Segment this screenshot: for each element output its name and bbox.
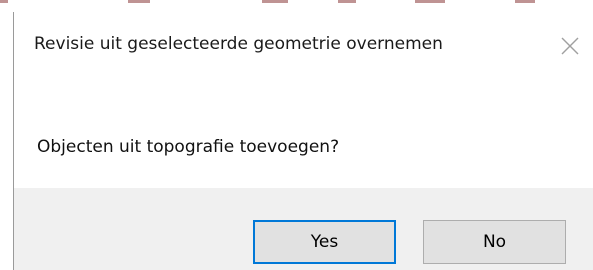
- dialog-button-bar: Yes No: [14, 188, 593, 270]
- dialog-message: Objecten uit topografie toevoegen?: [37, 137, 340, 157]
- close-button[interactable]: [556, 32, 584, 60]
- no-button[interactable]: No: [423, 220, 566, 264]
- screen: Revisie uit geselecteerde geometrie over…: [0, 0, 593, 270]
- dialog-titlebar[interactable]: Revisie uit geselecteerde geometrie over…: [14, 12, 593, 80]
- background-window-edge: [0, 0, 593, 12]
- close-icon: [556, 32, 584, 60]
- dialog-title: Revisie uit geselecteerde geometrie over…: [34, 34, 443, 54]
- yes-button[interactable]: Yes: [253, 220, 396, 264]
- message-box-dialog: Revisie uit geselecteerde geometrie over…: [13, 12, 593, 270]
